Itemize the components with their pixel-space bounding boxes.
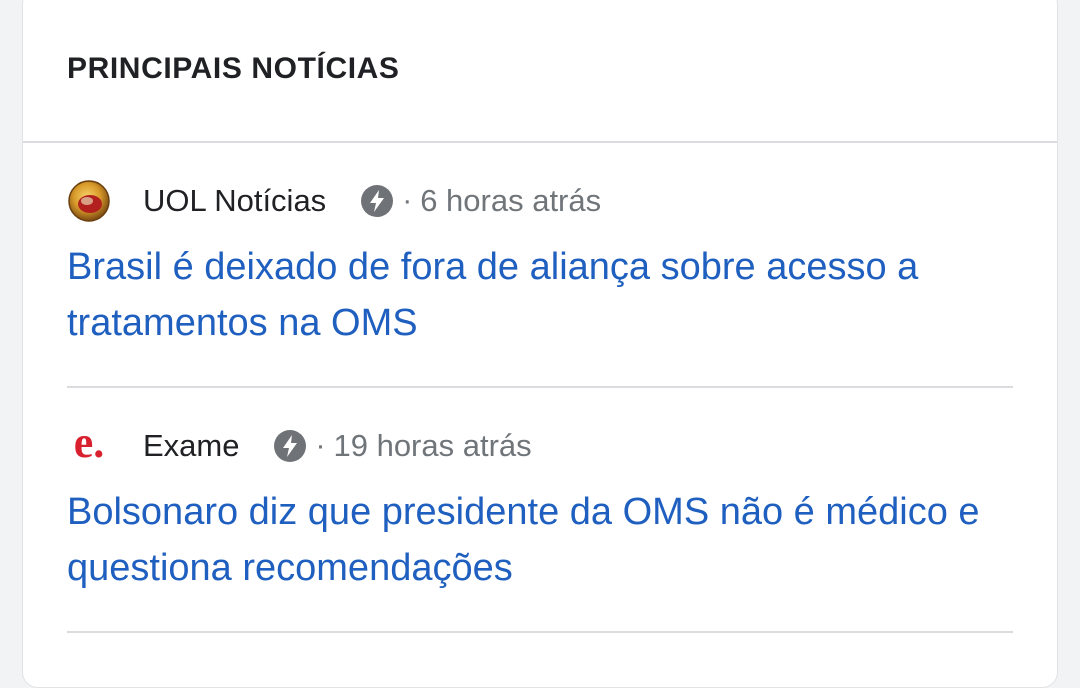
story-time: 6 horas atrás <box>420 183 602 218</box>
uol-logo-icon <box>67 179 111 223</box>
story-time: 19 horas atrás <box>333 428 532 463</box>
news-story[interactable]: e. Exame · 19 horas atrás Bolsonaro diz … <box>67 388 1013 633</box>
meta-separator: · <box>315 429 326 462</box>
source-name: UOL Notícias <box>143 183 327 218</box>
story-headline-link[interactable]: Brasil é deixado de fora de aliança sobr… <box>67 239 1027 351</box>
meta-separator: · <box>402 184 413 217</box>
section-title: PRINCIPAIS NOTÍCIAS <box>67 52 400 85</box>
amp-lightning-icon <box>274 430 307 462</box>
source-row: e. Exame · 19 horas atrás <box>67 418 532 470</box>
story-headline-link[interactable]: Bolsonaro diz que presidente da OMS não … <box>67 484 1027 596</box>
top-stories-card: PRINCIPAIS NOTÍCIAS UOL Notícias · 6 hor… <box>22 0 1058 688</box>
card-header: PRINCIPAIS NOTÍCIAS <box>23 0 1057 143</box>
amp-lightning-icon <box>361 185 394 217</box>
news-story[interactable]: UOL Notícias · 6 horas atrás Brasil é de… <box>67 143 1013 388</box>
exame-logo-letter: e. <box>73 418 105 467</box>
source-name: Exame <box>143 428 240 463</box>
exame-logo-icon: e. <box>67 418 111 468</box>
source-row: UOL Notícias · 6 horas atrás <box>67 177 601 225</box>
